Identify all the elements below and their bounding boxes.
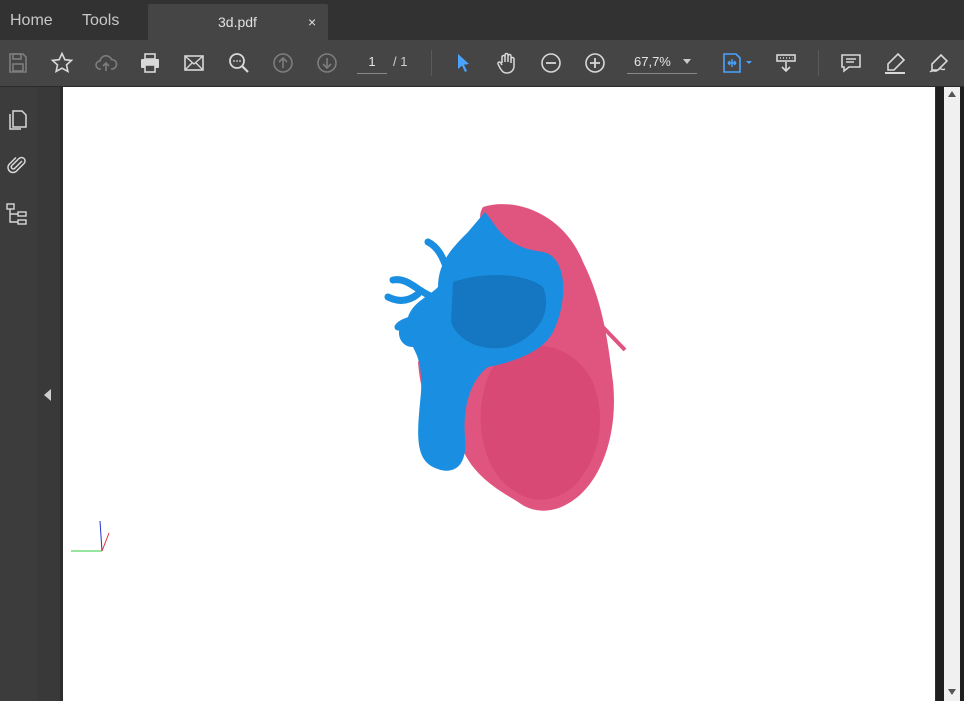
- cloud-upload-icon[interactable]: [92, 49, 120, 77]
- page-down-icon[interactable]: [313, 49, 341, 77]
- model-tree-icon[interactable]: [4, 201, 30, 227]
- email-icon[interactable]: [180, 49, 208, 77]
- search-icon[interactable]: [225, 49, 253, 77]
- toolbar-divider: [431, 50, 432, 76]
- zoom-select[interactable]: 67,7%: [627, 51, 697, 74]
- chevron-left-icon[interactable]: [44, 389, 51, 401]
- zoom-value: 67,7%: [634, 54, 671, 69]
- axis-triad-icon: [71, 520, 110, 552]
- page-number-input[interactable]: 1: [357, 51, 387, 74]
- fit-page-icon[interactable]: [717, 49, 757, 77]
- comment-icon[interactable]: [837, 49, 865, 77]
- tab-document[interactable]: 3d.pdf ×: [148, 4, 328, 40]
- page-up-icon[interactable]: [269, 49, 297, 77]
- toolbar-divider: [818, 50, 819, 76]
- scroll-down-icon[interactable]: [948, 689, 956, 695]
- print-icon[interactable]: [136, 49, 164, 77]
- bookmark-star-icon[interactable]: [48, 49, 76, 77]
- pages-icon[interactable]: [4, 107, 30, 133]
- select-cursor-icon[interactable]: [449, 49, 477, 77]
- scroll-mode-icon[interactable]: [772, 49, 800, 77]
- tab-document-title: 3d.pdf: [218, 14, 257, 30]
- zoom-out-icon[interactable]: [537, 49, 565, 77]
- hand-icon[interactable]: [493, 49, 521, 77]
- save-icon[interactable]: [4, 49, 32, 77]
- navigation-pane: [0, 87, 38, 701]
- scroll-up-icon[interactable]: [948, 91, 956, 97]
- 3d-heart-model[interactable]: [373, 202, 633, 522]
- pdf-page: [63, 87, 935, 701]
- tab-home[interactable]: Home: [10, 0, 53, 40]
- toolbar: 1 / 1 67,7%: [0, 40, 964, 87]
- pane-collapse-strip[interactable]: [38, 87, 60, 701]
- sign-icon[interactable]: [925, 49, 953, 77]
- chevron-down-icon: [683, 59, 691, 64]
- attachment-icon[interactable]: [4, 152, 30, 178]
- page-total: / 1: [393, 54, 408, 69]
- tab-bar: Home Tools 3d.pdf ×: [0, 0, 964, 40]
- vertical-scrollbar[interactable]: [936, 87, 964, 701]
- tab-tools[interactable]: Tools: [82, 0, 119, 40]
- close-icon[interactable]: ×: [308, 4, 316, 40]
- zoom-in-icon[interactable]: [581, 49, 609, 77]
- document-area: [60, 87, 936, 701]
- highlight-pen-icon[interactable]: [881, 49, 909, 77]
- scrollbar-track[interactable]: [944, 87, 960, 701]
